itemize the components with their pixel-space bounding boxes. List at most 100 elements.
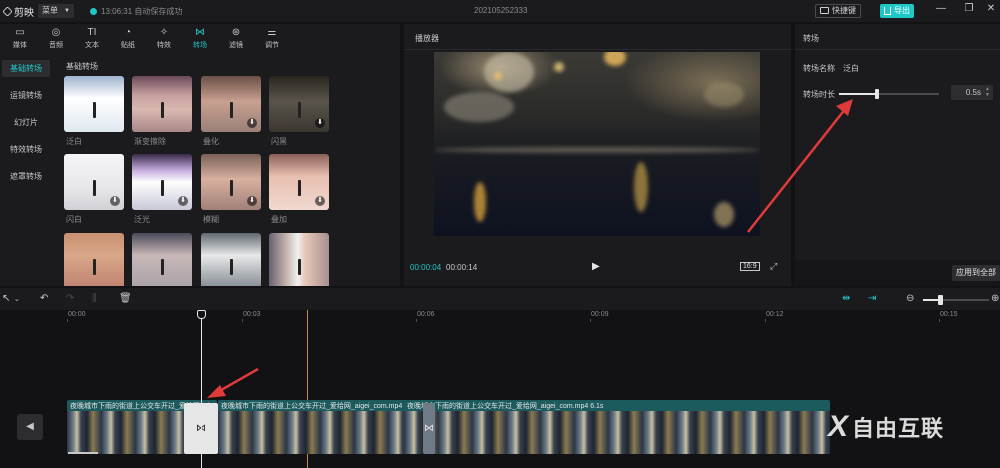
watermark-text: 自由互联 xyxy=(852,416,945,441)
shortcut-button[interactable]: 快捷键 xyxy=(815,4,861,18)
download-icon[interactable]: ⬇ xyxy=(315,196,325,206)
timeline-toolbar: ↖ ⌄ ↶ ↷ ⫼ 🗑 ⇹ ⇥ ⊖ ⊕ xyxy=(0,288,1000,310)
close-icon[interactable]: ✕ xyxy=(984,3,998,14)
link-tracks-icon[interactable]: ⇹ xyxy=(842,293,850,304)
timeline-scrollbar[interactable] xyxy=(68,452,98,454)
track-mute-icon[interactable]: ◀ xyxy=(17,414,43,440)
divider xyxy=(404,49,791,50)
duration-value: 0.5s xyxy=(965,88,981,97)
video-preview[interactable] xyxy=(434,52,760,236)
tab-audio[interactable]: ◎ 音频 xyxy=(38,24,74,52)
playhead-handle[interactable] xyxy=(197,310,206,319)
category-item[interactable]: 特效转场 xyxy=(2,141,50,158)
transition-card[interactable]: ⬇ xyxy=(64,154,124,210)
ruler-tick xyxy=(765,319,766,322)
transition-card[interactable] xyxy=(269,233,329,286)
video-clip[interactable]: 夜晚城市下雨的街道上公交车开过_爱给网_aigei_com.mp4 6.1s xyxy=(404,400,830,454)
download-icon[interactable]: ⬇ xyxy=(247,196,257,206)
transition-card[interactable]: ⬇ xyxy=(201,154,261,210)
download-icon[interactable]: ⬇ xyxy=(315,118,325,128)
bokeh-light xyxy=(704,82,744,107)
tab-text[interactable]: TI 文本 xyxy=(74,24,110,52)
zoom-slider-handle[interactable] xyxy=(937,295,943,305)
capcut-logo-icon xyxy=(2,6,13,17)
category-item[interactable]: 幻灯片 xyxy=(2,114,50,131)
figure-silhouette xyxy=(230,102,233,118)
transition-card[interactable]: ⬇ xyxy=(269,154,329,210)
clip-filename: 夜晚城市下雨的街道上公交车开过_爱给网_aigei_com.mp4 xyxy=(221,403,403,410)
transition-grid: 泛白 渐变擦除 ⬇ 叠化 ⬇ 闪黑 ⬇ 闪白 ⬇ 泛光 ⬇ 模糊 ⬇ 叠加 xyxy=(64,76,394,286)
filter-icon: ⊛ xyxy=(231,27,241,38)
bokeh-light xyxy=(484,52,534,92)
tab-sticker[interactable]: ◔ 贴纸 xyxy=(110,24,146,52)
stepper-icon[interactable]: ▲ ▼ xyxy=(985,86,990,98)
player-panel: 播放器 00:00:04 00:00:14 ▶ 16:9 ⤢ xyxy=(404,24,791,286)
transition-card[interactable] xyxy=(64,233,124,286)
tab-label: 调节 xyxy=(265,42,279,49)
divider xyxy=(795,49,1000,50)
project-title: 202105252333 xyxy=(474,6,528,15)
transition-card[interactable] xyxy=(64,76,124,132)
duration-input[interactable]: 0.5s ▲ ▼ xyxy=(951,85,993,100)
ruler-tick-label: 00:12 xyxy=(766,311,784,318)
video-clip[interactable]: 夜晚城市下雨的街道上公交车开过_爱给网_aigei_com.mp4 xyxy=(218,400,426,454)
zoom-out-icon[interactable]: ⊖ xyxy=(906,293,914,304)
transition-card[interactable]: ⬇ xyxy=(269,76,329,132)
minimize-icon[interactable]: — xyxy=(934,3,948,14)
transition-card[interactable]: ⬇ xyxy=(132,154,192,210)
duration-slider-handle[interactable] xyxy=(875,89,879,99)
tab-media[interactable]: ▭ 媒体 xyxy=(2,24,38,52)
material-panel: ▭ 媒体 ◎ 音频 TI 文本 ◔ 贴纸 ✧ 特效 ⋈ 转场 ⊛ 滤镜 ⚌ 调节 基础转场运镜转场幻灯片特效转… xyxy=(0,24,400,286)
select-cursor-icon[interactable]: ↖ xyxy=(2,293,10,304)
restore-icon[interactable]: ❐ xyxy=(962,3,976,14)
timeline[interactable]: 00:00 00:03 00:06 00:09 00:12 00:15 ◀ 夜晚城市下雨的… xyxy=(0,310,1000,468)
play-icon[interactable]: ▶ xyxy=(592,261,600,272)
playhead[interactable] xyxy=(201,310,202,468)
shortcut-label: 快捷键 xyxy=(832,6,856,15)
snap-icon[interactable]: ⇥ xyxy=(868,293,876,304)
transition-card[interactable] xyxy=(132,233,192,286)
transition-duration-label: 转场时长 xyxy=(803,90,835,99)
transition-card[interactable] xyxy=(132,76,192,132)
category-item[interactable]: 运镜转场 xyxy=(2,87,50,104)
tab-adjust[interactable]: ⚌ 调节 xyxy=(254,24,290,52)
transition-card[interactable] xyxy=(201,233,261,286)
check-circle-icon xyxy=(90,8,97,15)
fullscreen-icon[interactable]: ⤢ xyxy=(770,261,777,272)
text-icon: TI xyxy=(87,27,97,38)
aspect-ratio-button[interactable]: 16:9 xyxy=(740,262,760,271)
transition-marker[interactable]: ⋈ xyxy=(423,403,435,454)
undo-icon[interactable]: ↶ xyxy=(40,293,48,304)
tab-effects[interactable]: ✧ 特效 xyxy=(146,24,182,52)
tab-label: 媒体 xyxy=(13,42,27,49)
category-item[interactable]: 基础转场 xyxy=(2,60,50,77)
export-label: 导出 xyxy=(894,6,910,15)
ruler-tick xyxy=(416,319,417,322)
transition-label: 泛光 xyxy=(134,215,150,224)
reflection xyxy=(474,182,486,222)
transition-icon: ⋈ xyxy=(195,27,205,38)
zoom-slider[interactable] xyxy=(923,295,989,305)
app-name: 剪映 xyxy=(14,8,34,19)
menu-button[interactable]: 菜单 ▼ xyxy=(38,4,74,18)
figure-silhouette xyxy=(93,259,96,275)
category-item[interactable]: 遮罩转场 xyxy=(2,168,50,185)
split-icon: ⫼ xyxy=(92,293,97,304)
attribute-panel: 转场 转场名称 泛白 转场时长 0.5s ▲ ▼ 应用到全部 xyxy=(795,24,1000,286)
download-icon[interactable]: ⬇ xyxy=(247,118,257,128)
tab-transition[interactable]: ⋈ 转场 xyxy=(182,24,218,52)
ruler-tick xyxy=(67,319,68,322)
download-icon[interactable]: ⬇ xyxy=(110,196,120,206)
duration-slider[interactable] xyxy=(839,89,939,99)
chevron-down-icon[interactable]: ⌄ xyxy=(14,295,20,303)
attribute-title: 转场 xyxy=(803,34,819,43)
tab-filter[interactable]: ⊛ 滤镜 xyxy=(218,24,254,52)
delete-icon[interactable]: 🗑 xyxy=(119,293,132,304)
export-button[interactable]: 导出 xyxy=(880,4,914,18)
time-ruler[interactable]: 00:00 00:03 00:06 00:09 00:12 00:15 xyxy=(0,310,1000,322)
zoom-in-icon[interactable]: ⊕ xyxy=(991,293,999,304)
tab-label: 特效 xyxy=(157,42,171,49)
transition-card[interactable]: ⬇ xyxy=(201,76,261,132)
apply-all-button[interactable]: 应用到全部 xyxy=(952,265,1000,281)
download-icon[interactable]: ⬇ xyxy=(178,196,188,206)
